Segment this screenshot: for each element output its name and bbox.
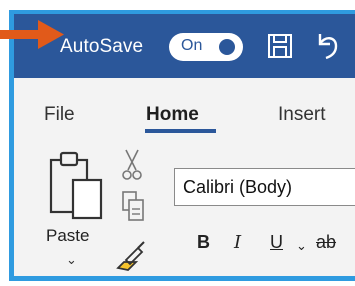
toggle-knob bbox=[219, 39, 235, 55]
format-painter-icon[interactable] bbox=[114, 238, 146, 276]
font-name-value: Calibri (Body) bbox=[183, 177, 293, 197]
autosave-toggle[interactable]: On bbox=[169, 33, 243, 61]
copy-icon[interactable] bbox=[121, 190, 145, 227]
paste-label[interactable]: Paste bbox=[46, 226, 89, 246]
tab-insert[interactable]: Insert bbox=[278, 104, 326, 126]
italic-button[interactable]: I bbox=[234, 232, 241, 253]
underline-options-chevron-icon[interactable]: ⌄ bbox=[296, 238, 307, 254]
tab-home[interactable]: Home bbox=[146, 104, 199, 126]
strikethrough-button[interactable]: ab bbox=[316, 232, 336, 253]
cut-icon[interactable] bbox=[121, 148, 143, 187]
tab-file[interactable]: File bbox=[44, 104, 75, 126]
annotation-arrow-icon bbox=[0, 18, 66, 57]
chevron-down-icon[interactable]: ⌄ bbox=[66, 252, 77, 268]
save-icon[interactable] bbox=[266, 32, 294, 65]
autosave-toggle-state: On bbox=[181, 37, 203, 54]
active-tab-indicator bbox=[145, 129, 216, 133]
underline-button[interactable]: U bbox=[270, 232, 283, 253]
bold-button[interactable]: B bbox=[197, 232, 210, 253]
font-name-combobox[interactable]: Calibri (Body) bbox=[174, 168, 355, 206]
undo-icon[interactable] bbox=[314, 30, 340, 65]
paste-icon[interactable] bbox=[47, 148, 107, 227]
home-ribbon: Paste ⌄ Calibri (Body) B I U ⌄ ab bbox=[14, 142, 355, 276]
autosave-label: AutoSave bbox=[60, 36, 144, 57]
